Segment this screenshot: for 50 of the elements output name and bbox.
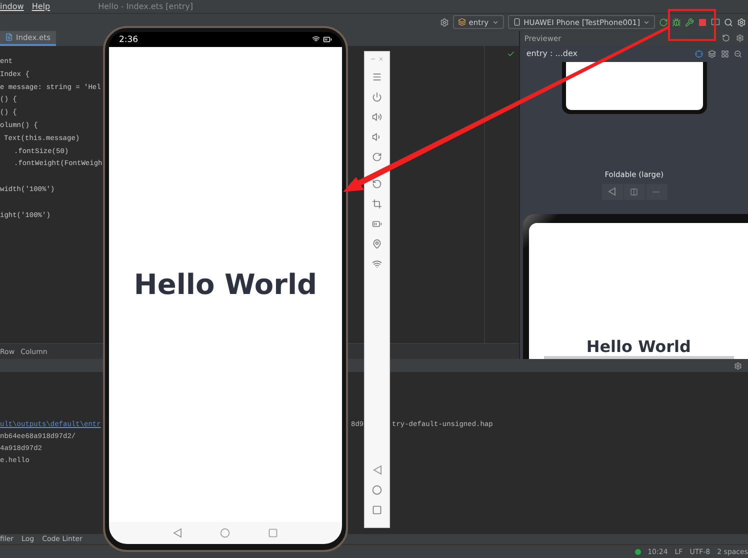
- back-icon: [608, 187, 616, 196]
- module-icon: [458, 18, 466, 26]
- back-icon[interactable]: [372, 465, 382, 475]
- volume-up-icon[interactable]: [372, 112, 382, 122]
- power-icon[interactable]: [372, 92, 382, 102]
- settings-icon[interactable]: [736, 34, 744, 42]
- bug-icon[interactable]: [672, 18, 681, 27]
- wifi-icon[interactable]: [372, 259, 382, 269]
- clock: 2:36: [119, 34, 138, 44]
- refresh-icon[interactable]: [722, 34, 730, 42]
- close-icon[interactable]: [378, 56, 384, 62]
- home-icon[interactable]: [220, 528, 230, 538]
- search-icon[interactable]: [724, 18, 733, 27]
- menu-item[interactable]: Help: [32, 2, 50, 11]
- phone-icon: [512, 18, 521, 26]
- rotate-icon[interactable]: [372, 179, 382, 189]
- inspect-icon[interactable]: [695, 50, 703, 58]
- check-icon: [507, 50, 516, 58]
- zoom-out-icon[interactable]: [734, 50, 742, 58]
- settings-icon[interactable]: [440, 18, 449, 27]
- rerun-icon[interactable]: [659, 18, 668, 27]
- grid-icon[interactable]: [721, 50, 729, 58]
- volume-down-icon[interactable]: [372, 132, 382, 142]
- fold-icon: [630, 188, 638, 196]
- caret-icon[interactable]: [643, 18, 650, 26]
- battery-icon[interactable]: [372, 219, 382, 229]
- location-icon[interactable]: [372, 239, 382, 249]
- hello-text: Hello World: [134, 268, 318, 301]
- status-dot: [634, 548, 641, 555]
- settings-icon[interactable]: [734, 362, 742, 370]
- menu-item[interactable]: indow: [0, 2, 24, 11]
- recents-icon[interactable]: [268, 528, 278, 538]
- caret-icon[interactable]: [492, 18, 499, 26]
- fold-button[interactable]: [624, 184, 645, 200]
- settings-icon[interactable]: [737, 18, 746, 27]
- home-icon[interactable]: [372, 485, 382, 495]
- battery-icon: [323, 35, 332, 44]
- back-icon[interactable]: [173, 528, 182, 538]
- crop-icon[interactable]: [372, 199, 382, 209]
- window-title: Hello - Index.ets [entry]: [98, 2, 194, 11]
- annotation-box: [668, 9, 716, 41]
- preview-text: Hello World: [586, 338, 691, 356]
- file-icon: [5, 33, 13, 42]
- menu-icon[interactable]: [372, 72, 382, 82]
- rotate-icon[interactable]: [372, 152, 382, 162]
- stop-icon[interactable]: [698, 18, 707, 27]
- layers-icon[interactable]: [708, 50, 716, 58]
- recents-icon[interactable]: [372, 505, 382, 515]
- back-button[interactable]: [602, 184, 623, 200]
- preview-path: entry : ...dex: [526, 49, 578, 58]
